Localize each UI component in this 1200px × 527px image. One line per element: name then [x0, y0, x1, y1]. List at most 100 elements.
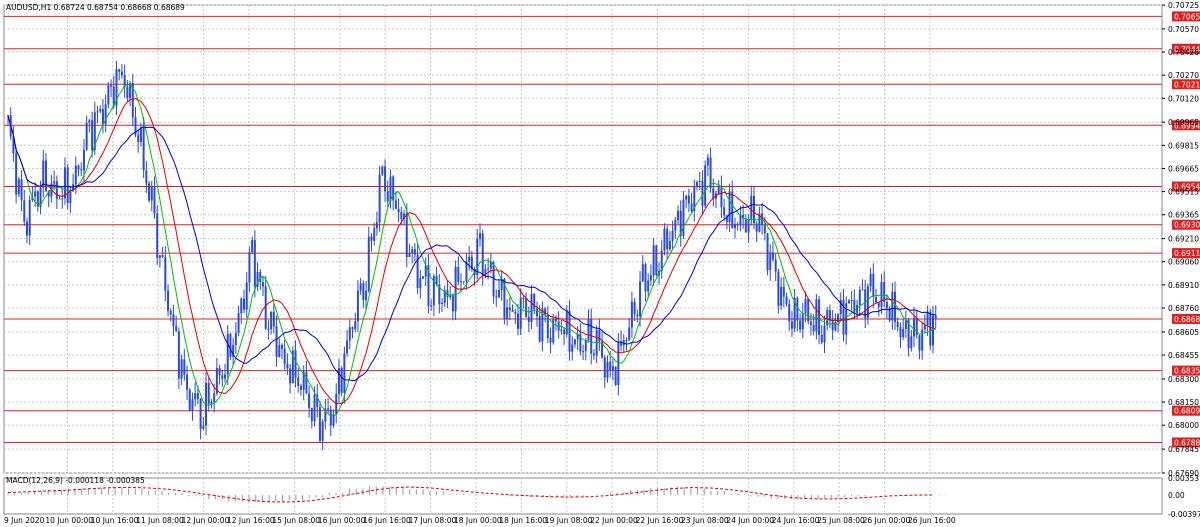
candle-body: [885, 302, 888, 309]
x-tick-label: 15 Jun 08:00: [272, 516, 320, 525]
y-tick-label: 0.67845: [1168, 445, 1199, 454]
candle-body: [365, 290, 368, 301]
y-tick-label: 0.69965: [1168, 118, 1199, 127]
candle-body: [196, 393, 199, 399]
candle-body: [582, 351, 585, 353]
candle-body: [774, 259, 777, 272]
candle-body: [337, 367, 340, 394]
candle-body: [329, 409, 332, 426]
candle-body: [847, 300, 850, 304]
candle-body: [441, 302, 444, 304]
candle-body: [156, 213, 159, 258]
candle-body: [918, 335, 921, 351]
candle-body: [91, 120, 94, 151]
candle-body: [519, 298, 522, 329]
candle-body: [801, 313, 804, 330]
level-tag-label: 0.68689: [1174, 315, 1200, 324]
candle-body: [462, 281, 465, 283]
candle-body: [460, 281, 463, 283]
candle-body: [934, 315, 937, 319]
symbol-header: AUDUSD,H1 0.68724 0.68754 0.68668 0.6868…: [6, 3, 185, 12]
y-tick-label: 0.70120: [1168, 94, 1199, 103]
candle-body: [139, 127, 142, 142]
candle-body: [158, 255, 161, 258]
y-tick-label: 0.70570: [1168, 25, 1199, 34]
candle-body: [15, 153, 18, 195]
macd-header: MACD(12,26,9) -0.000118 -0.000385: [6, 476, 145, 485]
candle-body: [164, 256, 167, 291]
candle-body: [677, 210, 680, 221]
candle-body: [628, 327, 631, 341]
candle-body: [516, 313, 519, 329]
y-tick-label: 0.68000: [1168, 421, 1199, 430]
candle-body: [671, 230, 674, 242]
candle-body: [706, 157, 709, 166]
candle-body: [253, 240, 256, 287]
candle-body: [731, 191, 734, 229]
candle-body: [709, 157, 712, 189]
candle-body: [663, 228, 666, 251]
candle-body: [202, 425, 205, 429]
candle-body: [858, 289, 861, 306]
price-chart-svg[interactable]: 0.706510.704410.702110.699450.695480.693…: [0, 0, 1200, 527]
candle-body: [861, 289, 864, 291]
candle-body: [42, 160, 45, 188]
macd-y-label: 0.00: [1168, 491, 1185, 500]
candle-body: [495, 296, 498, 298]
candle-body: [641, 264, 644, 282]
candle-body: [508, 307, 511, 310]
candle-body: [199, 398, 202, 429]
candle-body: [815, 299, 818, 332]
candle-body: [674, 220, 677, 231]
candle-body: [549, 338, 552, 343]
candle-body: [394, 200, 397, 209]
candle-body: [630, 301, 633, 328]
candle-body: [356, 290, 359, 322]
candle-body: [744, 218, 747, 233]
candle-body: [560, 329, 563, 331]
candle-body: [771, 252, 774, 260]
candle-body: [321, 421, 324, 441]
candle-body: [405, 213, 408, 257]
y-tick-label: 0.68910: [1168, 281, 1199, 290]
x-tick-label: 23 Jun 08:00: [681, 516, 729, 525]
y-tick-label: 0.70725: [1168, 1, 1199, 10]
candle-body: [809, 321, 812, 325]
level-tag-label: 0.70211: [1174, 80, 1200, 89]
candle-body: [17, 179, 20, 195]
y-tick-label: 0.68455: [1168, 351, 1199, 360]
candle-body: [644, 264, 647, 292]
candle-body: [272, 311, 275, 327]
candle-body: [511, 309, 514, 312]
candle-body: [240, 298, 243, 314]
x-tick-label: 17 Jun 08:00: [409, 516, 457, 525]
x-tick-label: 12 Jun 16:00: [227, 516, 275, 525]
candle-body: [877, 302, 880, 307]
candle-body: [354, 321, 357, 330]
candle-body: [780, 286, 783, 306]
candle-body: [592, 353, 595, 356]
candle-body: [210, 401, 213, 404]
candle-body: [237, 313, 240, 333]
candle-body: [25, 221, 28, 236]
candle-body: [261, 282, 264, 287]
candle-body: [294, 350, 297, 378]
candle-body: [58, 198, 61, 200]
candle-body: [554, 318, 557, 322]
candle-body: [186, 374, 189, 390]
candle-body: [289, 368, 292, 384]
x-tick-label: 12 Jun 00:00: [182, 516, 230, 525]
candle-body: [61, 198, 64, 200]
candle-body: [381, 166, 384, 175]
y-tick-label: 0.69210: [1168, 235, 1199, 244]
candle-body: [297, 377, 300, 387]
candle-body: [777, 271, 780, 306]
x-tick-label: 10 Jun 00:00: [45, 516, 93, 525]
candle-body: [343, 353, 346, 393]
candle-body: [750, 195, 753, 219]
candle-body: [457, 267, 460, 282]
trading-chart[interactable]: 0.706510.704410.702110.699450.695480.693…: [0, 0, 1200, 527]
candle-body: [370, 236, 373, 241]
candle-body: [913, 317, 916, 337]
candle-body: [283, 348, 286, 364]
